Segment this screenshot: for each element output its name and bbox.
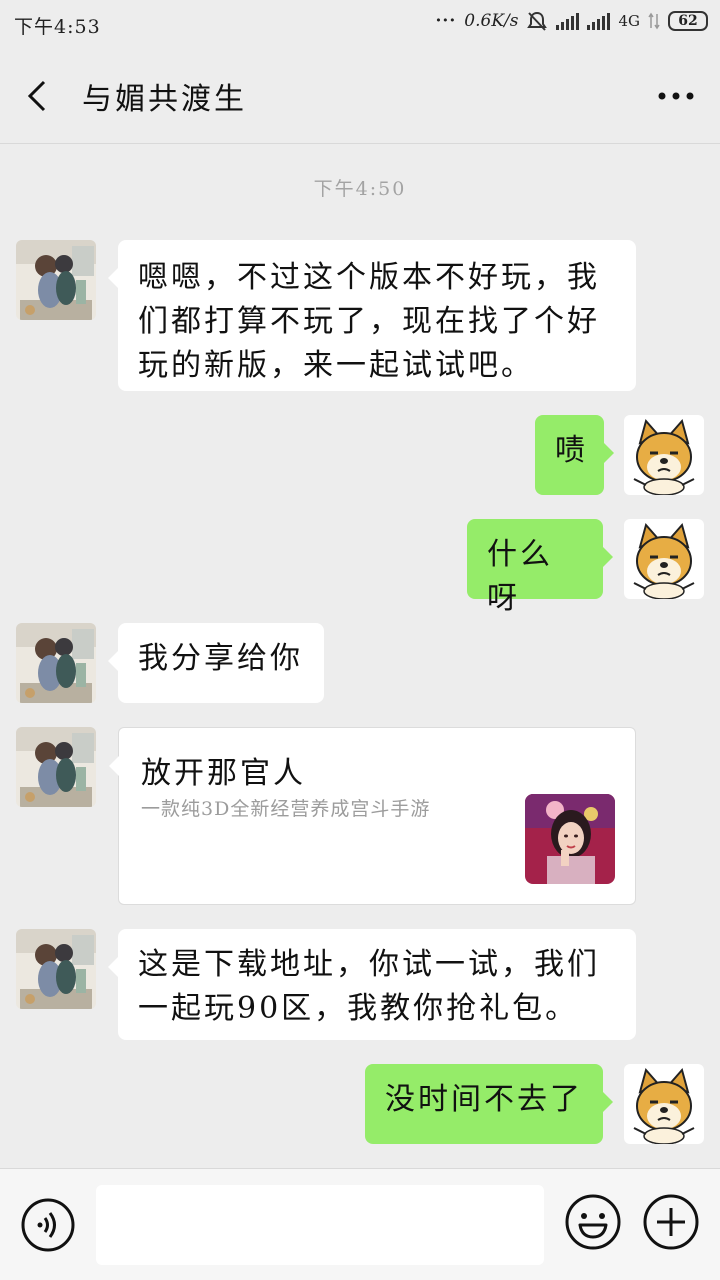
more-options-icon[interactable] bbox=[654, 78, 698, 114]
self-avatar[interactable] bbox=[624, 519, 704, 599]
message-text: 什么呀 bbox=[487, 537, 553, 616]
data-transfer-icon bbox=[648, 12, 660, 30]
message-bubble-sent[interactable]: 没时间不去了 bbox=[365, 1064, 613, 1144]
contact-avatar[interactable] bbox=[16, 623, 96, 703]
message-timestamp: 下午4:50 bbox=[313, 178, 407, 200]
more-functions-button[interactable] bbox=[642, 1193, 700, 1251]
message-bubble-received[interactable]: 嗯嗯，不过这个版本不好玩，我 们都打算不玩了，现在找了个好 玩的新版，来一起试试… bbox=[108, 240, 636, 391]
contact-avatar[interactable] bbox=[16, 727, 96, 807]
message-line: 玩的新版，来一起试试吧。 bbox=[138, 348, 534, 383]
message-line: 们都打算不玩了，现在找了个好 bbox=[138, 304, 600, 339]
contact-avatar[interactable] bbox=[16, 240, 96, 320]
message-bubble-received[interactable]: 我分享给你 bbox=[108, 623, 324, 703]
signal-icon bbox=[556, 12, 580, 30]
message-text: 没时间不去了 bbox=[385, 1082, 583, 1117]
voice-button[interactable] bbox=[20, 1197, 76, 1253]
input-bar bbox=[0, 1168, 720, 1280]
mute-icon bbox=[527, 11, 548, 31]
more-notifications-icon: ··· bbox=[435, 11, 457, 31]
self-avatar[interactable] bbox=[624, 1064, 704, 1144]
message-text: 我分享给你 bbox=[138, 641, 303, 676]
message-input[interactable] bbox=[96, 1185, 544, 1265]
plus-icon bbox=[643, 1194, 699, 1250]
chat-title: 与媚共渡生 bbox=[82, 82, 247, 117]
status-icons: ··· 0.6K/s 4G 62 bbox=[436, 10, 708, 32]
message-line: 这是下载地址，你试一试，我们 bbox=[138, 947, 600, 982]
message-bubble-sent[interactable]: 啧 bbox=[535, 415, 614, 495]
contact-avatar[interactable] bbox=[16, 929, 96, 1009]
emoji-button[interactable] bbox=[564, 1193, 622, 1251]
status-bar: 下午4:53 ··· 0.6K/s 4G 62 bbox=[0, 0, 720, 48]
shared-app-card[interactable]: 放开那官人 一款纯3D全新经营养成宫斗手游 bbox=[109, 727, 636, 905]
game-thumbnail-image bbox=[525, 794, 615, 884]
message-line: 嗯嗯，不过这个版本不好玩，我 bbox=[138, 260, 600, 295]
back-icon[interactable] bbox=[24, 78, 54, 114]
chat-header: 与媚共渡生 bbox=[0, 48, 720, 144]
net-speed: 0.6K/s bbox=[464, 11, 519, 31]
message-bubble-sent[interactable]: 什么呀 bbox=[467, 519, 613, 616]
network-type: 4G bbox=[618, 12, 640, 30]
self-avatar[interactable] bbox=[624, 415, 704, 495]
message-text: 啧 bbox=[555, 433, 588, 468]
voice-icon bbox=[21, 1198, 75, 1252]
card-description: 一款纯3D全新经营养成宫斗手游 bbox=[141, 798, 431, 820]
card-title: 放开那官人 bbox=[141, 756, 306, 791]
message-bubble-received[interactable]: 这是下载地址，你试一试，我们 一起玩90区，我教你抢礼包。 bbox=[108, 929, 636, 1040]
emoji-icon bbox=[565, 1194, 621, 1250]
battery-icon: 62 bbox=[668, 11, 708, 31]
message-line: 一起玩90区，我教你抢礼包。 bbox=[138, 991, 579, 1026]
signal-icon-2 bbox=[587, 12, 611, 30]
status-time: 下午4:53 bbox=[14, 16, 101, 38]
